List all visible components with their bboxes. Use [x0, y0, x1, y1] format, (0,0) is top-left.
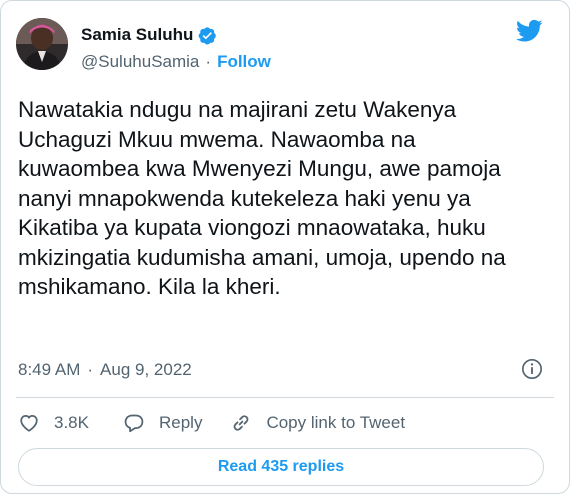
like-count: 3.8K: [54, 413, 89, 432]
author-handle[interactable]: @SuluhuSamia: [81, 52, 199, 72]
reply-bubble-icon: [124, 414, 144, 433]
reply-button[interactable]: Reply: [123, 412, 202, 434]
tweet-time[interactable]: 8:49 AM: [18, 360, 80, 380]
author-handle-row: @SuluhuSamia · Follow: [81, 51, 271, 73]
verified-badge-icon: [199, 26, 217, 44]
author-name[interactable]: Samia Suluhu: [81, 25, 193, 45]
tweet-timestamp[interactable]: 8:49 AM · Aug 9, 2022: [18, 357, 192, 383]
timestamp-separator: ·: [87, 360, 94, 379]
twitter-bird-icon[interactable]: [516, 19, 543, 43]
info-icon[interactable]: [521, 358, 543, 380]
tweet-card: Samia Suluhu @SuluhuSamia · Follow Nawat…: [0, 0, 570, 494]
avatar[interactable]: [16, 18, 68, 70]
link-icon: [234, 415, 249, 431]
tweet-text: Nawatakia ndugu na majirani zetu Wakenya…: [18, 97, 506, 299]
read-replies-button[interactable]: Read 435 replies: [18, 448, 544, 486]
copy-link-label: Copy link to Tweet: [266, 413, 406, 432]
reply-label: Reply: [158, 413, 203, 432]
like-button[interactable]: 3.8K: [18, 412, 89, 434]
tweet-actions: 3.8K Reply Copy link to Tweet: [18, 409, 405, 437]
divider: [16, 397, 554, 398]
avatar-image: [16, 18, 68, 70]
tweet-date[interactable]: Aug 9, 2022: [100, 360, 192, 380]
copy-link-button[interactable]: Copy link to Tweet: [230, 412, 405, 434]
handle-separator: ·: [205, 52, 212, 71]
author-name-row: Samia Suluhu: [81, 23, 217, 47]
follow-button[interactable]: Follow: [217, 52, 271, 72]
heart-icon: [20, 414, 38, 432]
